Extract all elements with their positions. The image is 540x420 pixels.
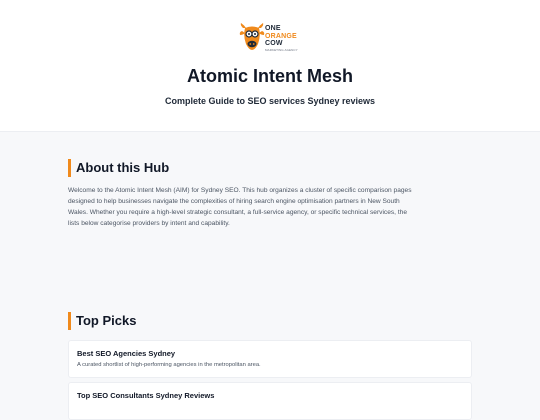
top-picks-heading: Top Picks <box>68 312 136 330</box>
brand-wordmark: ONE ORANGE COW MARKETING AGENCY <box>265 25 298 52</box>
cow-head-icon <box>239 23 265 50</box>
top-pick-description: A curated shortlist of high-performing a… <box>77 362 261 368</box>
brand-line-cow: COW <box>265 40 283 47</box>
site-header: ONE ORANGE COW MARKETING AGENCY Atomic I… <box>0 0 540 132</box>
top-pick-title[interactable]: Top SEO Consultants Sydney Reviews <box>77 391 463 401</box>
top-pick-title[interactable]: Best SEO Agencies Sydney <box>77 349 463 359</box>
page-subtitle: Complete Guide to SEO services Sydney re… <box>164 96 376 106</box>
about-text: Welcome to the Atomic Intent Mesh (AIM) … <box>68 187 412 227</box>
page-title: Atomic Intent Mesh <box>186 66 353 86</box>
top-pick-card[interactable]: Top SEO Consultants Sydney Reviews <box>68 382 472 420</box>
brand-line-orange: ORANGE <box>265 32 297 40</box>
about-heading: About this Hub <box>68 159 169 177</box>
brand-logo[interactable]: ONE ORANGE COW MARKETING AGENCY <box>239 22 303 56</box>
brand-tagline: MARKETING AGENCY <box>265 47 298 52</box>
top-pick-card[interactable]: Best SEO Agencies Sydney A curated short… <box>68 340 472 378</box>
brand-line-one: ONE <box>265 25 281 32</box>
